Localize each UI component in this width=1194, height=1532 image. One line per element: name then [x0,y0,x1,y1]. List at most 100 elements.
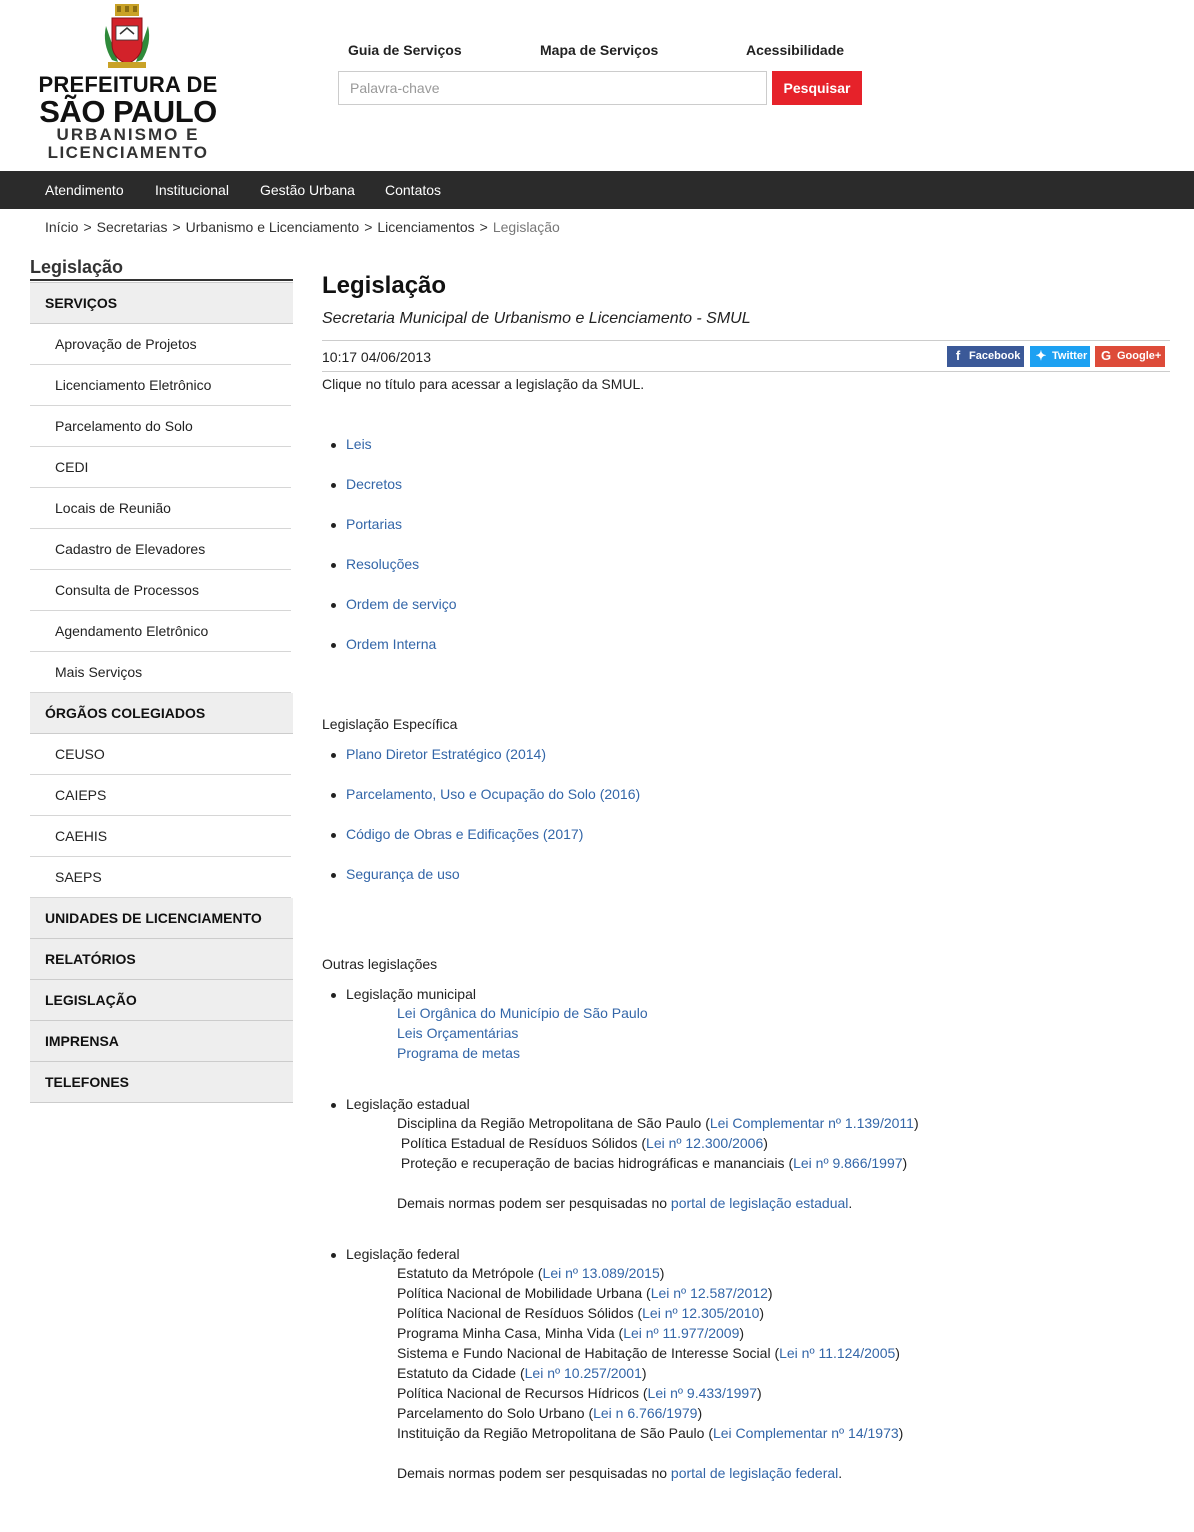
law-row-tail: ) [756,1385,762,1401]
twitter-share-button[interactable]: ✦ Twitter [1030,346,1090,367]
sidebar-item-caieps[interactable]: CAIEPS [30,775,291,816]
list-item: Parcelamento, Uso e Ocupação do Solo (20… [330,786,640,826]
law-row-text: Sistema e Fundo Nacional de Habitação de… [397,1345,780,1361]
municipal-links: Lei Orgânica do Município de São Paulo L… [397,1003,648,1063]
sidebar-category-servicos[interactable]: SERVIÇOS [30,283,293,324]
sidebar-item-locais-reuniao[interactable]: Locais de Reunião [30,488,291,529]
mapa-servicos-link[interactable]: Mapa de Serviços [540,42,658,58]
plano-diretor-link[interactable]: Plano Diretor Estratégico (2014) [346,746,546,762]
search-input[interactable] [338,71,767,105]
sidebar-item-cadastro-elevadores[interactable]: Cadastro de Elevadores [30,529,291,570]
law-link[interactable]: Lei nº 12.587/2012 [651,1285,768,1301]
list-item: Decretos [330,476,456,516]
resolucoes-link[interactable]: Resoluções [346,556,419,572]
sidebar-item-mais-servicos[interactable]: Mais Serviços [30,652,291,693]
codigo-obras-link[interactable]: Código de Obras e Edificações (2017) [346,826,583,842]
law-row: Política Nacional de Recursos Hídricos (… [397,1383,903,1403]
breadcrumb-current: Legislação [492,219,560,235]
law-link[interactable]: Lei nº 9.866/1997 [793,1155,902,1171]
law-row-tail: ) [641,1365,647,1381]
nav-item-gestao-urbana[interactable]: Gestão Urbana [260,182,355,198]
breadcrumb-separator: > [83,219,92,235]
law-row-text: Estatuto da Cidade ( [397,1365,525,1381]
law-row: Estatuto da Metrópole (Lei nº 13.089/201… [397,1263,903,1283]
law-link[interactable]: Lei n 6.766/1979 [593,1405,697,1421]
sidebar-item-consulta-processos[interactable]: Consulta de Processos [30,570,291,611]
law-row-text: Política Nacional de Resíduos Sólidos ( [397,1305,643,1321]
decretos-link[interactable]: Decretos [346,476,402,492]
sidebar-category-unidades-licenciamento[interactable]: UNIDADES DE LICENCIAMENTO [30,898,293,939]
breadcrumb-item[interactable]: Secretarias [97,219,168,235]
site-logo[interactable]: PREFEITURA DE SÃO PAULO URBANISMO E LICE… [38,4,218,164]
ordem-servico-link[interactable]: Ordem de serviço [346,596,456,612]
sidebar-category-orgaos-colegiados[interactable]: ÓRGÃOS COLEGIADOS [30,693,293,734]
law-link[interactable]: Lei nº 12.305/2010 [642,1305,759,1321]
nav-item-contatos[interactable]: Contatos [385,182,441,198]
list-item: Leis [330,436,456,476]
sidebar-item-agendamento-eletronico[interactable]: Agendamento Eletrônico [30,611,291,652]
page-subtitle: Secretaria Municipal de Urbanismo e Lice… [322,310,751,327]
nav-item-institucional[interactable]: Institucional [155,182,229,198]
sidebar-item-caehis[interactable]: CAEHIS [30,816,291,857]
lei-organica-link[interactable]: Lei Orgânica do Município de São Paulo [397,1005,648,1021]
guia-servicos-link[interactable]: Guia de Serviços [348,42,462,58]
estadual-rows: Disciplina da Região Metropolitana de Sã… [397,1113,919,1213]
leis-orcamentarias-link[interactable]: Leis Orçamentárias [397,1025,518,1041]
law-link[interactable]: Lei Complementar nº 1.139/2011 [710,1115,914,1131]
sidebar-category-legislacao[interactable]: LEGISLAÇÃO [30,980,293,1021]
list-item: Segurança de uso [330,866,640,906]
sidebar-category-imprensa[interactable]: IMPRENSA [30,1021,293,1062]
law-row: Proteção e recuperação de bacias hidrogr… [397,1153,919,1173]
sidebar-category-relatorios[interactable]: RELATÓRIOS [30,939,293,980]
nav-item-atendimento[interactable]: Atendimento [45,182,124,198]
law-row-text: Política Nacional de Recursos Hídricos ( [397,1385,648,1401]
page-title: Legislação [322,272,447,299]
sidebar-item-parcelamento-solo[interactable]: Parcelamento do Solo [30,406,291,447]
sidebar-item-cedi[interactable]: CEDI [30,447,291,488]
parcelamento-uso-link[interactable]: Parcelamento, Uso e Ocupação do Solo (20… [346,786,640,802]
law-row: Estatuto da Cidade (Lei nº 10.257/2001) [397,1363,903,1383]
ordem-interna-link[interactable]: Ordem Interna [346,636,436,652]
portarias-link[interactable]: Portarias [346,516,402,532]
legislacao-federal-label: Legislação federal [346,1246,460,1262]
legislacao-municipal-label: Legislação municipal [346,986,476,1002]
breadcrumb-item[interactable]: Início [45,219,78,235]
law-row-text: Estatuto da Metrópole ( [397,1265,543,1281]
breadcrumb-item[interactable]: Urbanismo e Licenciamento [186,219,360,235]
law-link[interactable]: Lei Complementar nº 14/1973 [713,1425,899,1441]
portal-estadual-link[interactable]: portal de legislação estadual [671,1195,848,1211]
portal-federal-link[interactable]: portal de legislação federal [671,1465,838,1481]
programa-metas-link[interactable]: Programa de metas [397,1045,520,1061]
law-row: Disciplina da Região Metropolitana de Sã… [397,1113,919,1133]
sidebar-item-saeps[interactable]: SAEPS [30,857,291,898]
sidebar-item-aprovacao-projetos[interactable]: Aprovação de Projetos [30,324,291,365]
google-plus-share-button[interactable]: G Google+ [1095,346,1165,367]
more-norms-row: Demais normas podem ser pesquisadas no p… [397,1193,919,1213]
acessibilidade-link[interactable]: Acessibilidade [746,42,844,58]
breadcrumb-item[interactable]: Licenciamentos [377,219,474,235]
law-link[interactable]: Lei nº 9.433/1997 [648,1385,757,1401]
law-link[interactable]: Lei nº 11.977/2009 [623,1325,739,1341]
law-link[interactable]: Lei nº 12.300/2006 [646,1135,763,1151]
search-button[interactable]: Pesquisar [772,71,862,105]
law-row-text: Programa Minha Casa, Minha Vida ( [397,1325,624,1341]
facebook-icon: f [955,348,961,363]
law-link[interactable]: Lei nº 13.089/2015 [543,1265,660,1281]
facebook-share-button[interactable]: f Facebook [947,346,1024,367]
sidebar-category-telefones[interactable]: TELEFONES [30,1062,293,1103]
law-row-text: Política Nacional de Mobilidade Urbana ( [397,1285,651,1301]
twitter-icon: ✦ [1035,348,1047,363]
law-link[interactable]: Lei nº 10.257/2001 [525,1365,642,1381]
outras-legislacoes-label: Outras legislações [322,956,438,972]
leis-link[interactable]: Leis [346,436,372,452]
law-row: Política Nacional de Mobilidade Urbana (… [397,1283,903,1303]
list-item: Ordem de serviço [330,596,456,636]
site-header: PREFEITURA DE SÃO PAULO URBANISMO E LICE… [0,0,1194,171]
law-row-tail: ) [763,1135,768,1151]
law-row-tail: ) [697,1405,703,1421]
sidebar-item-ceuso[interactable]: CEUSO [30,734,291,775]
seguranca-uso-link[interactable]: Segurança de uso [346,866,460,882]
sidebar-item-licenciamento-eletronico[interactable]: Licenciamento Eletrônico [30,365,291,406]
law-link[interactable]: Lei nº 11.124/2005 [779,1345,895,1361]
main-navbar: Atendimento Institucional Gestão Urbana … [0,171,1194,209]
